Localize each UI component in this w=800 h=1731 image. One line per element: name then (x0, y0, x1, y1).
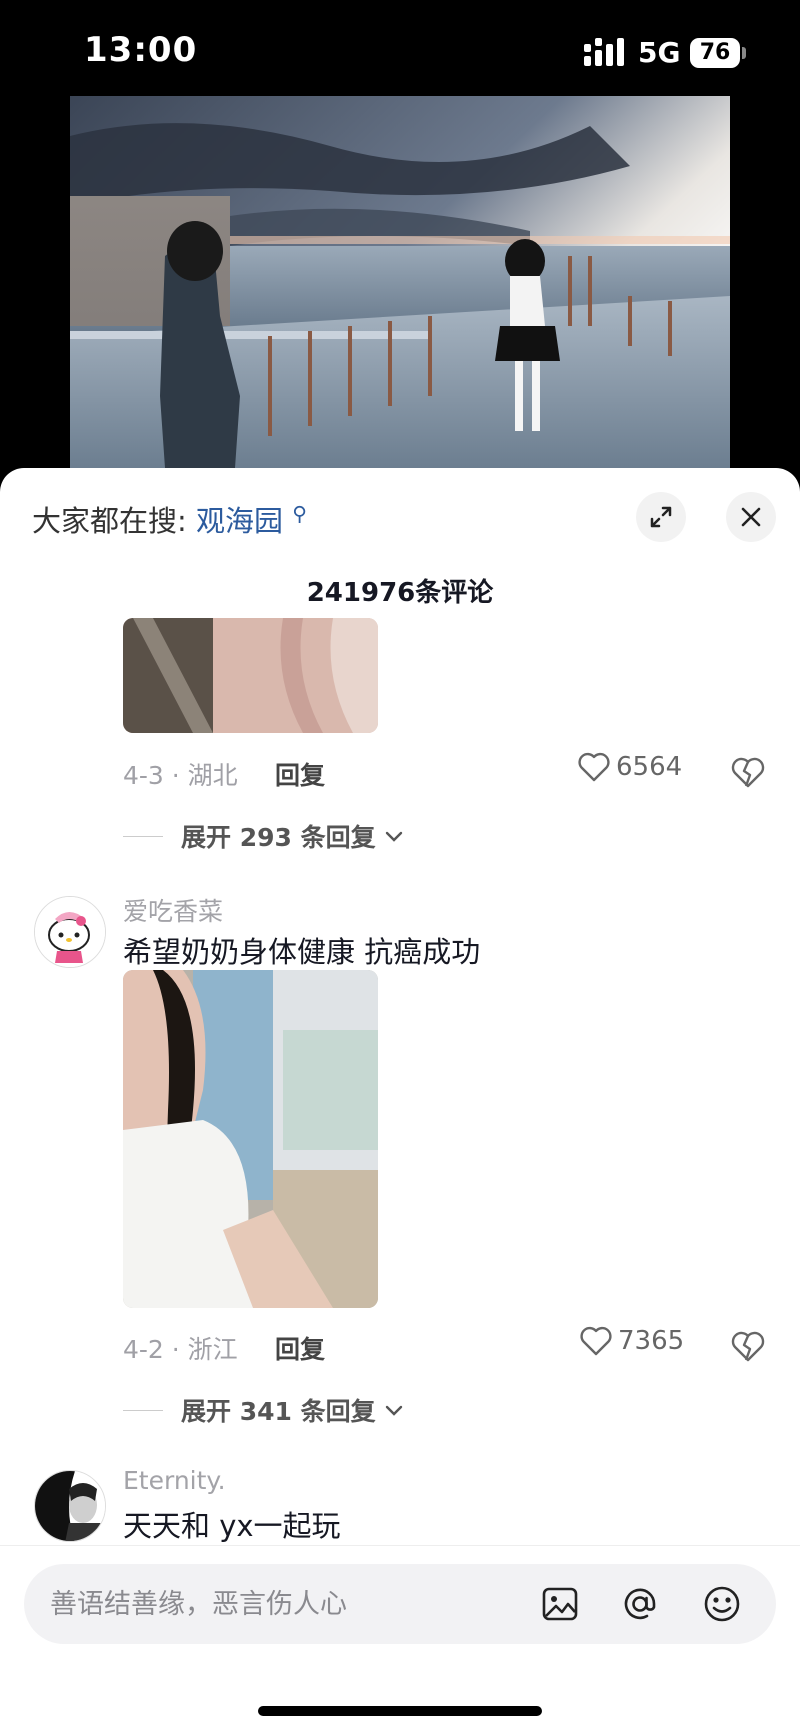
status-time: 13:00 (84, 30, 198, 70)
reply-button[interactable]: 回复 (275, 1330, 325, 1366)
expand-button[interactable] (636, 492, 686, 542)
expand-replies-button[interactable]: 展开 341 条回复 (123, 1392, 406, 1428)
heart-icon (578, 752, 610, 782)
avatar[interactable] (34, 1470, 106, 1542)
divider-line (123, 835, 163, 837)
video-frame-image (70, 96, 730, 468)
home-indicator (258, 1706, 542, 1716)
battery-cap (742, 47, 746, 59)
comment-text: 希望奶奶身体健康 抗癌成功 (123, 935, 481, 969)
emoji-icon[interactable] (702, 1584, 742, 1624)
comment-photo[interactable] (123, 970, 378, 1308)
heart-icon (580, 1326, 612, 1356)
comment-username[interactable]: Eternity. (123, 1466, 226, 1495)
comment-meta: 4-3 · 湖北 (123, 761, 238, 790)
like-count: 7365 (618, 1326, 685, 1356)
expand-replies-label: 展开 341 条回复 (181, 1397, 376, 1426)
close-button[interactable] (726, 492, 776, 542)
expand-replies-button[interactable]: 展开 293 条回复 (123, 818, 406, 854)
broken-heart-icon[interactable] (730, 1328, 766, 1364)
close-icon (741, 507, 761, 527)
search-icon: ⚲ (292, 501, 307, 526)
expand-icon (650, 506, 672, 528)
at-icon[interactable] (620, 1584, 660, 1624)
battery-level: 76 (690, 38, 740, 68)
comment-photo[interactable] (123, 618, 378, 733)
comment-input-box[interactable] (24, 1564, 776, 1644)
comment-input-bar (0, 1545, 800, 1731)
chevron-down-icon (385, 1405, 402, 1416)
comment-input[interactable] (50, 1564, 520, 1644)
comment-text: 天天和 yx一起玩 (123, 1509, 341, 1543)
comment-count: 241976条评论 (306, 578, 494, 608)
hot-search-keyword[interactable]: 观海园 (196, 504, 283, 538)
comment-meta: 4-2 · 浙江 (123, 1335, 238, 1364)
image-icon[interactable] (540, 1584, 580, 1624)
network-type: 5G (638, 36, 681, 69)
broken-heart-icon[interactable] (730, 754, 766, 790)
like-button[interactable]: 6564 (578, 752, 682, 782)
hot-search-prefix: 大家都在搜: (32, 504, 187, 538)
comment-username[interactable]: 爱吃香菜 (123, 892, 223, 928)
status-bar: 13:00 5G 76 (0, 0, 800, 96)
comment-sheet: 大家都在搜: 观海园 ⚲ 241976条评论 4-3 · 湖北 回复 6564 … (0, 468, 800, 1731)
comment-list[interactable]: 4-3 · 湖北 回复 6564 展开 293 条回复 爱吃香菜 希望奶奶身体健… (0, 618, 800, 1628)
chevron-down-icon (385, 831, 402, 842)
expand-replies-label: 展开 293 条回复 (181, 823, 376, 852)
like-button[interactable]: 7365 (580, 1326, 684, 1356)
hot-search-bar[interactable]: 大家都在搜: 观海园 ⚲ (32, 498, 307, 540)
reply-button[interactable]: 回复 (275, 756, 325, 792)
video-player[interactable] (70, 96, 730, 468)
avatar[interactable] (34, 896, 106, 968)
like-count: 6564 (616, 752, 683, 782)
divider-line (123, 1409, 163, 1411)
signal-bars-icon (584, 38, 624, 66)
